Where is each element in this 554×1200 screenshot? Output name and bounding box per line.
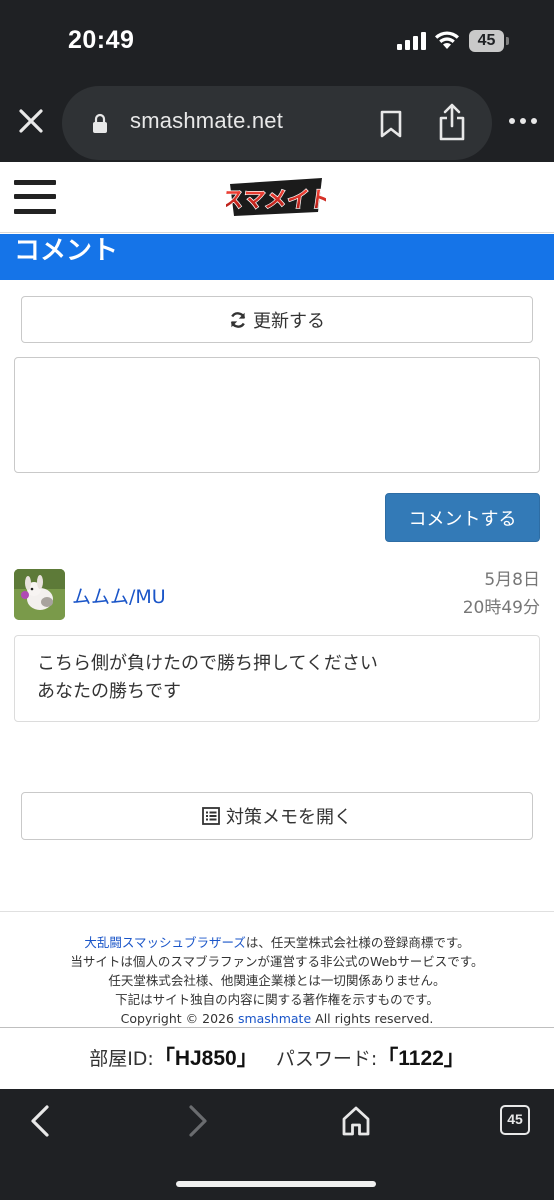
- refresh-button[interactable]: 更新する: [21, 296, 533, 343]
- open-memo-button[interactable]: 対策メモを開く: [21, 792, 533, 840]
- memo-label: 対策メモを開く: [226, 807, 352, 827]
- section-title: コメント: [0, 234, 554, 280]
- close-icon[interactable]: [14, 104, 48, 138]
- comment-date: 5月8日: [484, 570, 540, 590]
- share-icon[interactable]: [436, 102, 468, 142]
- battery-icon: 45: [469, 30, 509, 52]
- comment-timestamp: 5月8日 20時49分: [463, 566, 540, 622]
- battery-level: 45: [469, 30, 504, 52]
- tabs-count-button[interactable]: 45: [500, 1105, 530, 1135]
- footer-line: 大乱闘スマッシュブラザーズは、任天堂株式会社様の登録商標です。: [0, 933, 554, 952]
- forward-icon[interactable]: [186, 1103, 210, 1139]
- password-label: パスワード:: [275, 1048, 378, 1070]
- game-link[interactable]: 大乱闘スマッシュブラザーズ: [84, 935, 246, 950]
- comment-input[interactable]: [14, 357, 540, 473]
- footer-line: 任天堂株式会社様、他関連企業様とは一切関係ありません。: [108, 973, 446, 988]
- copyright-prefix: Copyright © 2026: [120, 1011, 234, 1026]
- hamburger-menu-icon[interactable]: [14, 180, 56, 214]
- home-icon[interactable]: [340, 1105, 372, 1137]
- wifi-icon: [435, 31, 459, 49]
- refresh-icon: [230, 311, 246, 328]
- comment-line: あなたの勝ちです: [37, 681, 181, 702]
- status-bar: 20:49 45: [0, 0, 554, 80]
- footer-line: 下記はサイト独自の内容に関する著作権を示すものです。: [115, 992, 439, 1007]
- footer-line: 当サイトは個人のスマブラファンが運営する非公式のWebサービスです。: [70, 954, 484, 969]
- lock-icon: [93, 113, 107, 133]
- room-info-bar: 部屋ID:「HJ850」 パスワード:「1122」: [0, 1028, 554, 1089]
- comment-body: こちら側が負けたので勝ち押してください あなたの勝ちです: [14, 635, 540, 722]
- comment-line: こちら側が負けたので勝ち押してください: [37, 653, 378, 674]
- url-field[interactable]: smashmate.net: [62, 86, 492, 160]
- copyright-suffix: All rights reserved.: [315, 1011, 434, 1026]
- room-id-label: 部屋ID:: [89, 1048, 154, 1070]
- password-value: 「1122」: [377, 1047, 465, 1070]
- comment-username-link[interactable]: ムムム/MU: [72, 582, 166, 609]
- site-footer: 大乱闘スマッシュブラザーズは、任天堂株式会社様の登録商標です。 当サイトは個人の…: [0, 911, 554, 1028]
- back-icon[interactable]: [28, 1103, 52, 1139]
- browser-address-bar: smashmate.net: [0, 80, 554, 162]
- svg-text:スマメイト: スマメイト: [226, 187, 326, 213]
- avatar[interactable]: [14, 569, 65, 620]
- bookmark-icon[interactable]: [378, 109, 404, 139]
- avatar-image: [14, 569, 65, 620]
- room-id-value: 「HJ850」: [153, 1047, 258, 1070]
- comment-time: 20時49分: [462, 598, 540, 618]
- list-icon: [202, 807, 220, 825]
- copyright-link[interactable]: smashmate: [238, 1011, 311, 1026]
- cellular-signal-icon: [397, 32, 427, 50]
- site-logo[interactable]: スマメイト: [226, 174, 326, 220]
- comment-item: ムムム/MU 5月8日 20時49分 こちら側が負けたので勝ち押してください あ…: [14, 566, 540, 724]
- home-indicator: [176, 1181, 376, 1187]
- more-options-icon[interactable]: [508, 116, 538, 126]
- footer-text: は、任天堂株式会社様の登録商標です。: [245, 935, 470, 950]
- copyright: Copyright © 2026 smashmate All rights re…: [0, 1009, 554, 1028]
- status-time: 20:49: [68, 26, 135, 54]
- submit-comment-button[interactable]: コメントする: [385, 493, 540, 542]
- refresh-label: 更新する: [253, 310, 325, 331]
- site-header: スマメイト: [0, 162, 554, 233]
- url-text: smashmate.net: [130, 108, 284, 133]
